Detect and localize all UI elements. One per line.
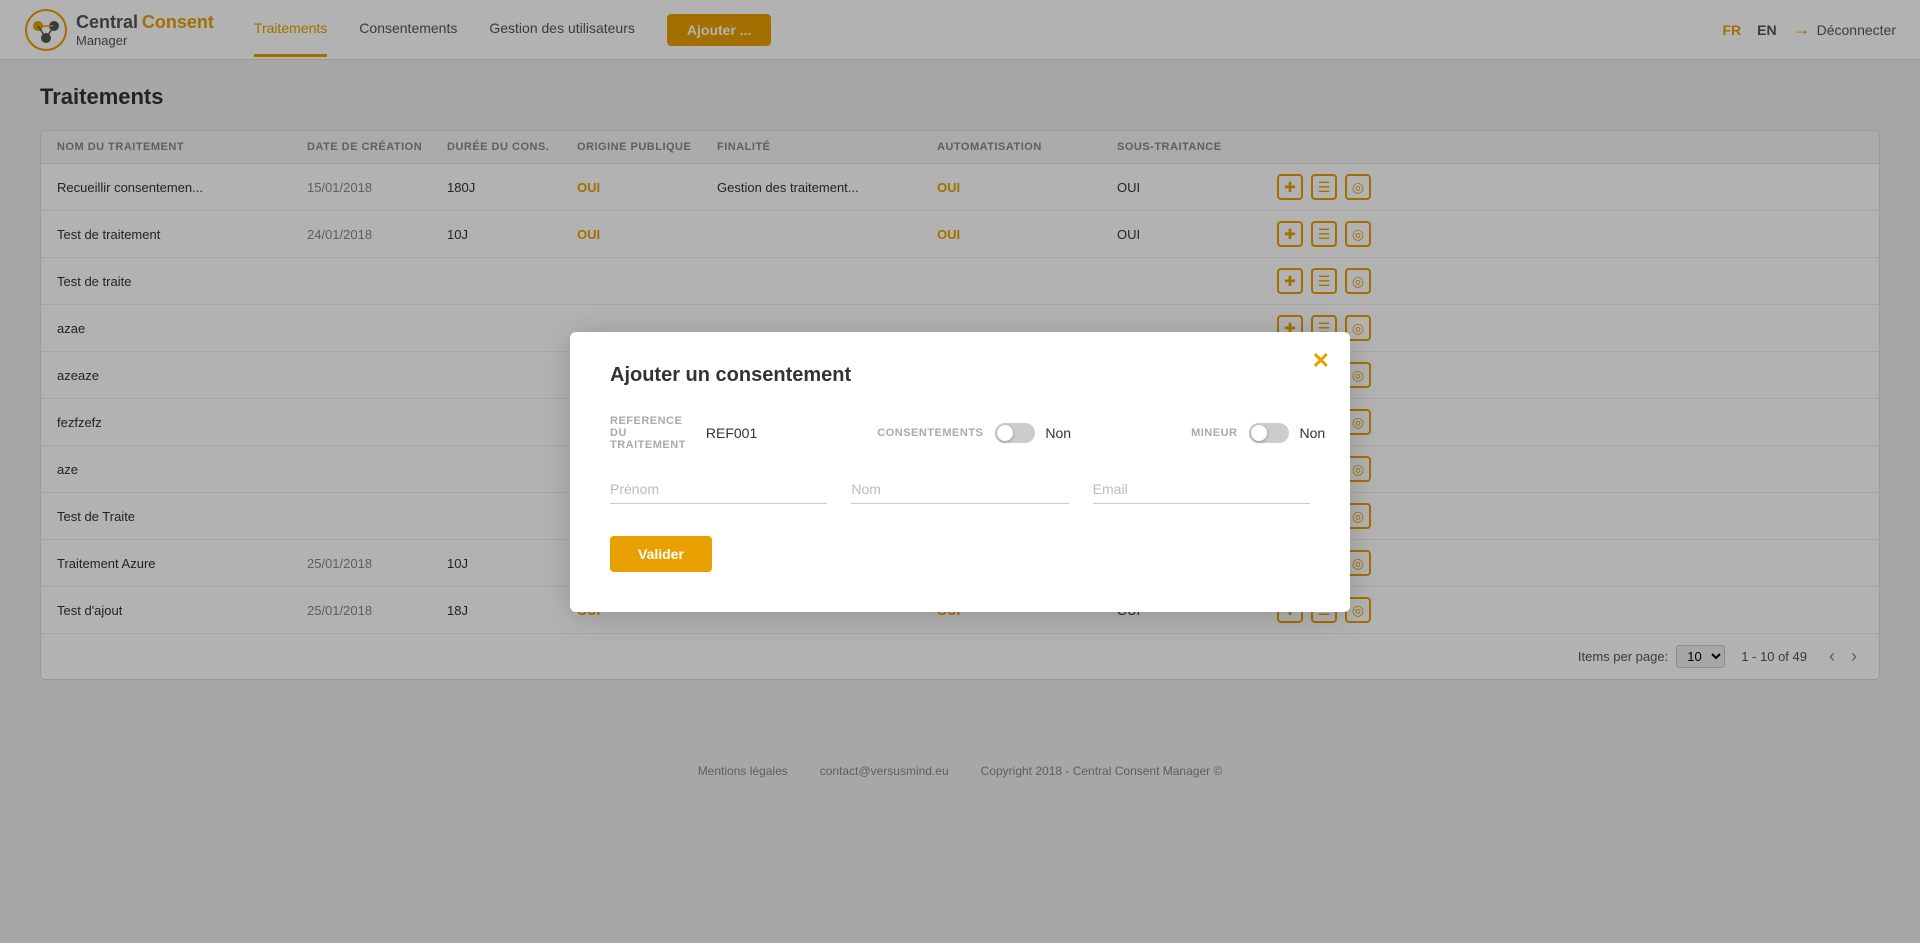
consent-toggle-knob: [997, 425, 1013, 441]
modal-title: Ajouter un consentement: [610, 364, 1310, 387]
modal-overlay[interactable]: ✕ Ajouter un consentement REFERENCE DU T…: [0, 0, 1920, 943]
consent-toggle[interactable]: [995, 423, 1035, 443]
email-input[interactable]: [1093, 475, 1310, 504]
mineur-toggle-group: Non: [1249, 423, 1325, 443]
modal-ref-row: REFERENCE DU TRAITEMENT REF001 CONSENTEM…: [610, 415, 1310, 451]
valider-button[interactable]: Valider: [610, 536, 712, 572]
modal-close-button[interactable]: ✕: [1312, 348, 1330, 374]
modal-ref-value: REF001: [706, 425, 757, 441]
mineur-toggle-label: Non: [1299, 425, 1325, 441]
modal-ajouter-consentement: ✕ Ajouter un consentement REFERENCE DU T…: [570, 332, 1350, 612]
prenom-input[interactable]: [610, 475, 827, 504]
consent-toggle-group: Non: [995, 423, 1071, 443]
modal-consent-label: CONSENTEMENTS: [877, 427, 983, 439]
modal-ref-label: REFERENCE DU TRAITEMENT: [610, 415, 686, 451]
mineur-toggle-knob: [1251, 425, 1267, 441]
mineur-toggle[interactable]: [1249, 423, 1289, 443]
modal-mineur-label: MINEUR: [1191, 427, 1237, 439]
nom-input[interactable]: [851, 475, 1068, 504]
modal-inputs: [610, 475, 1310, 504]
consent-toggle-label: Non: [1045, 425, 1071, 441]
